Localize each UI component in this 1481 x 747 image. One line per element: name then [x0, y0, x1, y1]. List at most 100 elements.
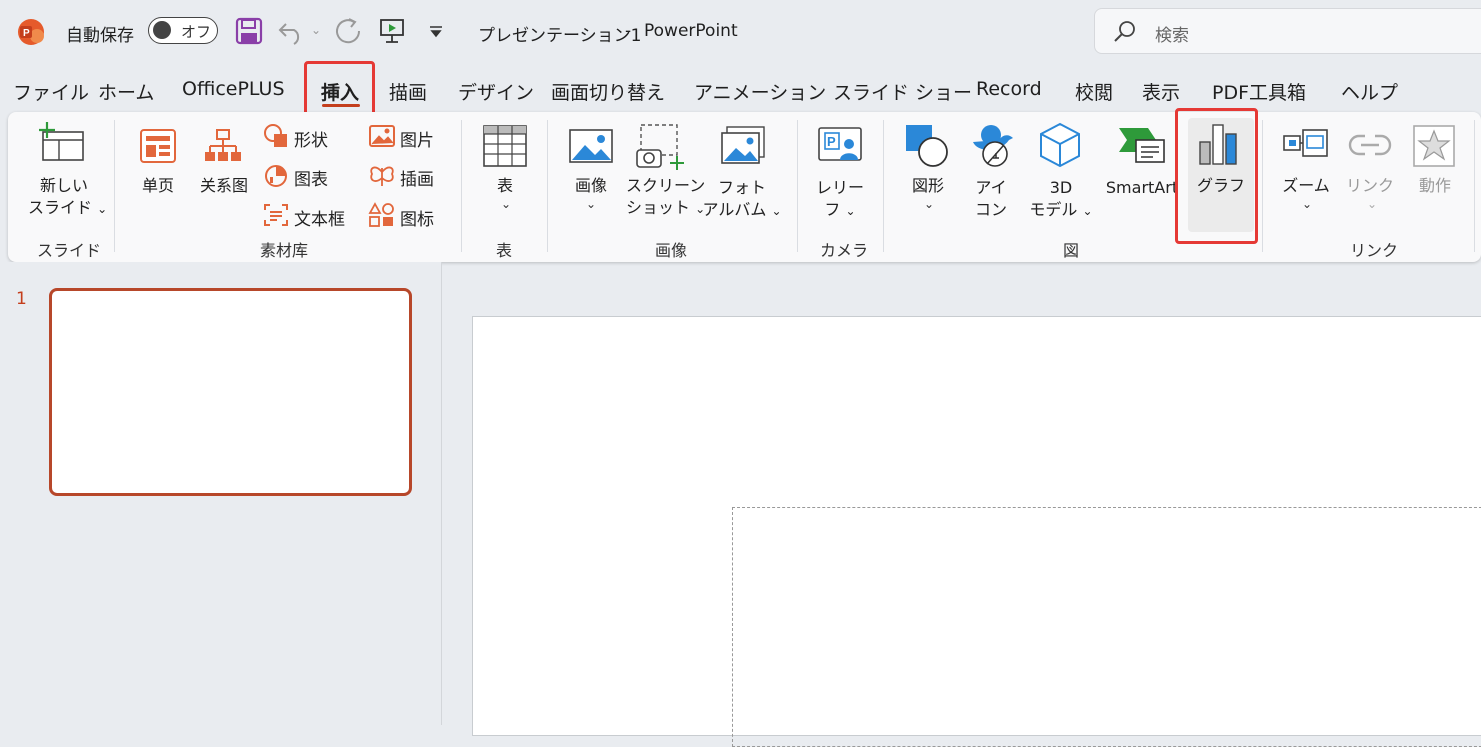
action-button[interactable]: 動作: [1412, 175, 1458, 197]
zoom-button[interactable]: ズーム: [1278, 175, 1334, 197]
photo-album-label-2: アルバム: [702, 200, 767, 219]
new-slide-label-2: スライド: [28, 198, 93, 217]
title-bar: P 自動保存 オフ ⌄ プレゼンテーション1 - PowerPoint 検索: [0, 0, 1481, 64]
autosave-state: オフ: [181, 23, 212, 41]
svg-text:P: P: [23, 28, 30, 39]
group-label-table: 表: [496, 241, 513, 260]
tab-review[interactable]: 校閲: [1075, 78, 1113, 105]
icon-cn-button[interactable]: 图标: [400, 205, 434, 230]
photo-album-icon: [721, 126, 765, 164]
chevron-down-icon: ⌄: [845, 204, 856, 218]
powerpoint-logo-icon: P: [18, 19, 44, 45]
illustration-cn-button[interactable]: 插画: [400, 165, 434, 190]
toggle-knob: [153, 21, 171, 39]
illustration-small-icon: [370, 166, 394, 186]
customize-toolbar-icon[interactable]: [429, 26, 443, 38]
photo-album-button[interactable]: フォト アルバム ⌄: [702, 177, 782, 222]
shape-small-icon: [264, 124, 287, 147]
group-separator: [1474, 120, 1475, 252]
group-label-figure: 図: [1063, 241, 1080, 260]
cameo-icon: P: [818, 127, 862, 161]
slide-number: 1: [16, 289, 27, 309]
search-placeholder: 検索: [1155, 26, 1189, 46]
tab-pdf-tools[interactable]: PDF工具箱: [1212, 78, 1306, 105]
save-icon[interactable]: [235, 17, 263, 45]
undo-dropdown-icon[interactable]: ⌄: [311, 23, 321, 37]
app-name: PowerPoint: [644, 21, 738, 41]
group-separator: [883, 120, 884, 252]
zoom-icon: [1283, 129, 1328, 157]
relation-diagram-icon: [205, 129, 241, 161]
smartart-button[interactable]: SmartArt: [1102, 177, 1182, 199]
icons-button[interactable]: アイ コン: [966, 177, 1016, 221]
3d-model-label-2: モデル: [1029, 200, 1078, 219]
image-icon: [569, 129, 613, 163]
single-page-button[interactable]: 单页: [140, 175, 176, 197]
tab-transitions[interactable]: 画面切り替え: [551, 78, 665, 105]
shapes-button[interactable]: 図形: [906, 175, 950, 197]
search-icon: [1114, 21, 1135, 42]
screenshot-label-1: スクリーン: [626, 176, 706, 195]
chevron-down-icon: ⌄: [97, 202, 108, 216]
svg-text:P: P: [827, 134, 836, 149]
link-button[interactable]: リンク: [1344, 175, 1396, 197]
image-button[interactable]: 画像: [571, 175, 611, 197]
tab-slideshow[interactable]: スライド ショー: [833, 78, 972, 105]
title-separator: -: [625, 21, 632, 41]
content-placeholder[interactable]: [732, 507, 1481, 747]
group-separator: [547, 120, 548, 252]
photo-album-label-1: フォト: [717, 178, 766, 197]
screenshot-button[interactable]: スクリーン ショット ⌄: [626, 175, 705, 220]
new-slide-icon: [39, 122, 84, 161]
document-title: プレゼンテーション1: [478, 26, 642, 46]
group-separator: [461, 120, 462, 252]
group-separator: [1262, 120, 1263, 252]
tab-file[interactable]: ファイル: [13, 78, 89, 105]
highlight-box-chart-button: [1175, 108, 1258, 244]
tab-home[interactable]: ホーム: [98, 78, 154, 105]
smartart-icon: [1119, 128, 1165, 163]
group-separator: [114, 120, 115, 252]
chart-cn-button[interactable]: 图表: [294, 165, 328, 190]
picture-small-icon: [369, 125, 395, 147]
single-page-icon: [140, 129, 176, 163]
search-box[interactable]: 検索: [1094, 8, 1481, 54]
redo-icon[interactable]: [334, 17, 362, 45]
chevron-down-icon: ⌄: [924, 197, 935, 211]
new-slide-label-1: 新しい: [39, 176, 88, 195]
autosave-toggle[interactable]: オフ: [148, 17, 218, 44]
tab-view[interactable]: 表示: [1142, 78, 1180, 105]
group-label-slides: スライド: [37, 241, 102, 260]
cameo-button[interactable]: レリー フ ⌄: [812, 177, 868, 222]
highlight-box-insert-tab: [304, 61, 375, 119]
autosave-label: 自動保存: [66, 26, 134, 46]
screenshot-label-2: ショット: [626, 198, 691, 217]
shape-cn-button[interactable]: 形状: [294, 126, 328, 151]
icons-icon: [973, 125, 1013, 167]
slide-thumbnail[interactable]: [49, 288, 412, 496]
chevron-down-icon: ⌄: [1302, 197, 1313, 211]
new-slide-button[interactable]: 新しい スライド ⌄: [28, 175, 107, 220]
picture-cn-button[interactable]: 图片: [400, 126, 434, 151]
tab-officeplus[interactable]: OfficePLUS: [182, 78, 285, 100]
3d-model-button[interactable]: 3D モデル ⌄: [1026, 177, 1096, 222]
group-label-image: 画像: [655, 241, 688, 260]
start-slideshow-icon[interactable]: [380, 18, 404, 44]
table-button[interactable]: 表: [490, 175, 520, 197]
relation-diagram-button[interactable]: 关系图: [196, 175, 252, 197]
3d-model-icon: [1040, 122, 1080, 168]
tab-record[interactable]: Record: [976, 78, 1042, 100]
tab-draw[interactable]: 描画: [389, 78, 427, 105]
chevron-down-icon: ⌄: [586, 197, 597, 211]
chevron-down-icon: ⌄: [771, 204, 782, 218]
chevron-down-icon: ⌄: [1082, 204, 1093, 218]
textbox-cn-button[interactable]: 文本框: [294, 205, 345, 230]
tab-design[interactable]: デザイン: [458, 78, 534, 105]
cameo-label-2: フ: [824, 200, 841, 219]
tab-help[interactable]: ヘルプ: [1341, 78, 1398, 105]
cameo-label-1: レリー: [815, 178, 864, 197]
undo-icon[interactable]: [278, 18, 306, 45]
icons-label-1: アイ: [975, 178, 1007, 197]
tab-animations[interactable]: アニメーション: [694, 78, 826, 105]
screenshot-icon: [636, 124, 684, 170]
